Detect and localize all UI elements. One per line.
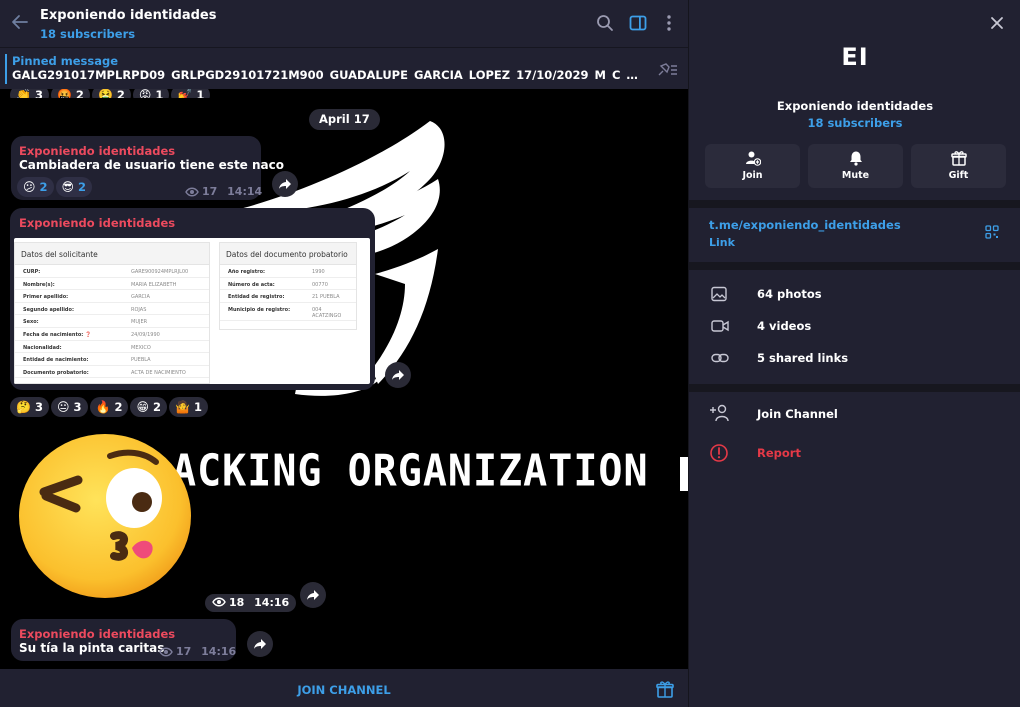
channel-info-panel: EI Exponiendo identidades 18 subscribers… [688,0,1020,707]
data-row: Fecha de nacimiento: ❓ 24/09/1990 [15,328,209,341]
more-vertical-icon[interactable] [660,14,678,32]
channel-link[interactable]: t.me/exponiendo_identidades [709,218,901,232]
reaction-chip[interactable]: 🔥 2 [89,397,129,417]
panel-heading: Datos del documento probatorio [220,243,356,265]
chat-header: Exponiendo identidades 18 subscribers [0,0,688,47]
join-button[interactable]: Join [705,144,800,188]
divider [689,200,1020,208]
reaction-chip[interactable]: 🤷 1 [169,397,208,417]
share-icon [307,590,319,600]
proof-document-panel: Datos del documento probatorio Año regis… [219,242,357,330]
mute-button[interactable]: Mute [808,144,903,188]
video-icon [711,320,729,332]
subscriber-count: 18 subscribers [40,27,136,41]
data-row: Entidad de registro: 21 PUEBLA [220,290,356,303]
divider [689,384,1020,392]
message-meta: 17 14:16 [159,645,236,658]
data-row: Documento probatorio: ACTA DE NACIMIENTO [15,366,209,379]
share-icon [279,179,291,189]
reaction-chip[interactable]: 😐 3 [50,397,88,417]
data-row: Entidad de nacimiento: PUEBLA [15,353,209,366]
data-row: Segundo apellido: ROJAS [15,303,209,316]
channel-subscribers: 18 subscribers [807,116,903,130]
pinned-indicator [5,54,7,84]
background-text: ACKING ORGANIZATION [172,445,649,497]
message-meta: 17 14:14 [185,185,262,198]
message-text: Su tía la pinta caritas [19,641,165,655]
forward-button[interactable] [247,631,273,657]
data-row: Primer apellido: GARCIA [15,290,209,303]
share-icon [254,639,266,649]
data-row: Año registro: 1990 [220,265,356,278]
qr-code-icon[interactable] [985,225,999,239]
eye-icon [159,647,173,657]
join-icon [746,151,761,166]
pinned-list-icon[interactable] [656,61,678,77]
date-separator: April 17 [309,109,380,130]
message-reactions: 🤔 3 😐 3 🔥 2 😁 2 🤷 1 [10,396,210,417]
kissing-wink-sticker[interactable] [16,432,194,600]
applicant-data-panel: Datos del solicitante CURP: GARE900924MPL… [14,242,210,384]
gift-icon[interactable] [656,680,674,698]
forward-button[interactable] [300,582,326,608]
message-sender[interactable]: Exponiendo identidades [19,216,175,230]
add-user-icon [710,404,729,422]
gift-button[interactable]: Gift [911,144,1006,188]
message-sender[interactable]: Exponiendo identidades [19,627,175,641]
reaction-chip[interactable]: 😕 2 [17,177,54,197]
gift-icon [951,151,967,166]
forward-button[interactable] [385,362,411,388]
reaction-chip[interactable]: 😎 2 [55,177,93,197]
channel-link-label: Link [709,236,735,249]
eye-icon [185,187,199,197]
message-bubble[interactable]: Exponiendo identidades Su tía la pinta c… [11,619,236,661]
chat-title[interactable]: Exponiendo identidades [40,8,217,23]
pinned-label: Pinned message [12,54,119,68]
sidebar-toggle-icon[interactable] [629,14,647,32]
share-icon [392,370,404,380]
panel-heading: Datos del solicitante [15,243,209,265]
divider [689,262,1020,270]
chat-panel: ACKING ORGANIZATION 👏 3 🤬 2 🤮 2 😡 1 💅 1 April 17 … [0,0,688,707]
reaction-chip[interactable]: 😁 2 [130,397,167,417]
data-row: Sexo: MUJER [15,315,209,328]
data-row: Municipio de registro: 004 ACATZINGO [220,303,356,321]
document-image[interactable]: Datos del solicitante CURP: GARE900924MPL… [14,238,370,384]
data-row: Nombre(s): MARIA ELIZABETH [15,278,209,291]
search-icon[interactable] [596,14,614,32]
close-icon[interactable] [990,16,1004,30]
channel-name: Exponiendo identidades [776,99,934,113]
pinned-text: GALG291017MPLRPD09 GRLPGD29101721M900 GU… [12,68,642,82]
data-row: Nacionalidad: MEXICO [15,341,209,354]
channel-avatar[interactable]: EI [689,43,1020,71]
eye-icon [212,597,226,607]
message-reactions: 😕 2 😎 2 [17,176,94,197]
photo-icon [711,286,727,302]
reaction-chip[interactable]: 🤔 3 [10,397,49,417]
back-arrow-icon[interactable] [10,12,30,32]
chat-footer: JOIN CHANNEL [0,669,688,707]
sticker-meta: 18 14:16 [205,594,297,612]
message-bubble[interactable]: Exponiendo identidades Cambiadera de usu… [11,136,284,200]
message-text: Cambiadera de usuario tiene este naco [19,158,284,172]
join-channel-button[interactable]: JOIN CHANNEL [0,683,688,697]
warning-icon [710,444,728,462]
link-icon [711,353,729,363]
message-sender[interactable]: Exponiendo identidades [19,144,175,158]
forward-button[interactable] [272,171,298,197]
data-row: CURP: GARE900924MPLRJL00 [15,265,209,278]
data-row: Número de acta: 00770 [220,278,356,291]
pinned-message-bar[interactable]: Pinned message GALG291017MPLRPD09 GRLPGD… [0,47,688,89]
bell-icon [850,151,862,166]
